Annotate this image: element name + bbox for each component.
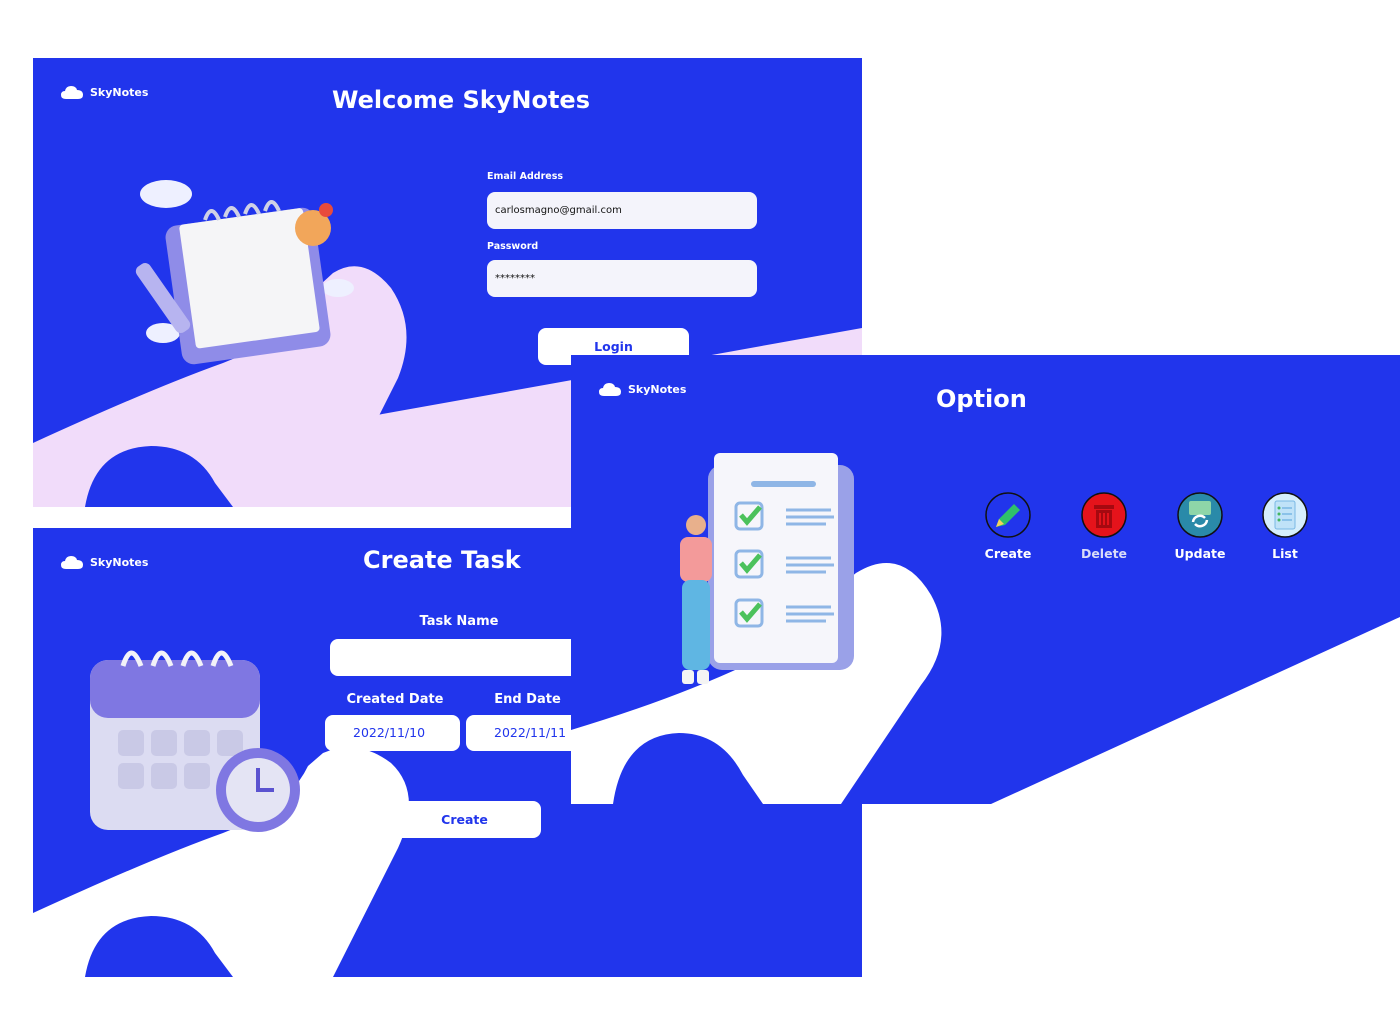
email-label: Email Address [487,171,564,182]
brand-name: SkyNotes [90,555,149,569]
task-name-label: Task Name [419,614,499,629]
created-date-label: Created Date [346,692,444,707]
option-screen: SkyNotes Option Create Delete Update Lis… [571,355,1400,804]
cloud-icon [61,556,83,569]
option-list-label: List [1272,546,1298,561]
trash-icon [1081,492,1127,538]
task-name-input[interactable] [330,639,580,676]
option-update[interactable]: Update [1155,492,1245,561]
brand-logo: SkyNotes [598,381,686,397]
calendar-illustration [90,650,300,832]
pencil-icon [985,492,1031,538]
password-label: Password [487,241,539,252]
option-delete-label: Delete [1080,546,1128,561]
option-delete[interactable]: Delete [1059,492,1149,561]
option-create-label: Create [984,546,1032,561]
brand-name: SkyNotes [628,382,687,396]
create-button[interactable]: Create [388,801,541,838]
cloud-icon [599,383,621,396]
password-input[interactable] [487,260,757,297]
option-update-label: Update [1174,546,1226,561]
notebook-illustration [135,180,354,365]
option-list[interactable]: List [1240,492,1330,561]
checklist-illustration [680,453,854,684]
page-title: Create Task [363,546,521,574]
brand-logo: SkyNotes [60,554,148,570]
refresh-document-icon [1177,492,1223,538]
page-title: Welcome SkyNotes [332,86,590,114]
page-title: Option [936,385,1027,413]
email-input[interactable] [487,192,757,229]
created-date-input[interactable]: 2022/11/10 [325,715,460,751]
option-create[interactable]: Create [963,492,1053,561]
list-document-icon [1262,492,1308,538]
